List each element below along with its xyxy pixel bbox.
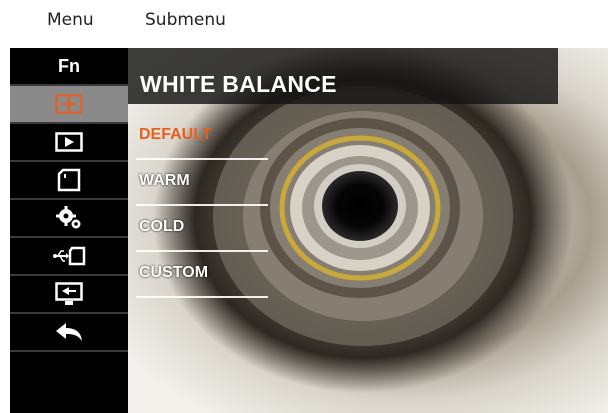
sidebar-item-playback[interactable] bbox=[10, 124, 128, 162]
sidebar-item-video-out[interactable] bbox=[10, 276, 128, 314]
sidebar-item-storage[interactable] bbox=[10, 162, 128, 200]
video-output-icon bbox=[55, 282, 83, 305]
sidebar-item-settings[interactable] bbox=[10, 200, 128, 238]
sidebar-item-white-balance[interactable] bbox=[10, 86, 128, 124]
option-default[interactable]: DEFAULT bbox=[128, 116, 268, 160]
menu-caption: Menu bbox=[47, 10, 94, 30]
submenu-title: WHITE BALANCE bbox=[140, 71, 337, 97]
settings-gears-icon bbox=[56, 206, 82, 230]
playback-icon bbox=[55, 132, 83, 152]
device-screen: Fn WHITE BALANCE DEFAULT WARM COLD CUSTO… bbox=[10, 48, 608, 413]
back-arrow-icon bbox=[56, 323, 82, 341]
submenu-caption: Submenu bbox=[145, 10, 226, 30]
sd-card-icon bbox=[57, 168, 81, 192]
white-balance-icon bbox=[55, 94, 83, 114]
sidebar-item-usb[interactable] bbox=[10, 238, 128, 276]
sidebar-item-back[interactable] bbox=[10, 314, 128, 352]
sidebar-menu: Fn bbox=[10, 48, 128, 413]
fn-label: Fn bbox=[58, 55, 80, 76]
usb-connection-icon bbox=[53, 246, 86, 266]
submenu-title-bar: WHITE BALANCE bbox=[128, 48, 558, 104]
sidebar-item-fn[interactable]: Fn bbox=[10, 48, 128, 86]
option-warm[interactable]: WARM bbox=[128, 162, 268, 206]
option-custom[interactable]: CUSTOM bbox=[128, 254, 268, 298]
option-cold[interactable]: COLD bbox=[128, 208, 268, 252]
